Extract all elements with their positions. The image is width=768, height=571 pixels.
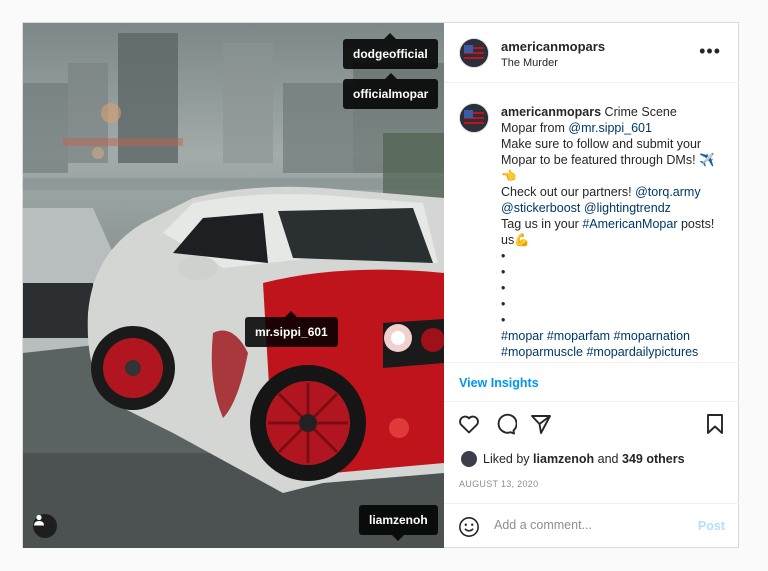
caption-line7: us <box>501 233 515 247</box>
comment-input[interactable] <box>492 517 686 533</box>
instagram-post: dodgeofficial officialmopar mr.sippi_601… <box>22 22 739 548</box>
post-photo[interactable]: dodgeofficial officialmopar mr.sippi_601… <box>23 23 444 548</box>
photo-tag-liamzenoh[interactable]: liamzenoh <box>359 505 438 541</box>
view-insights-button[interactable]: View Insights <box>459 376 539 390</box>
likes-summary: Liked by liamzenoh and 349 others <box>461 451 685 467</box>
caption-line5: Tag us in your <box>501 217 579 231</box>
photo-tag-mr-sippi[interactable]: mr.sippi_601 <box>245 311 338 347</box>
header-location[interactable]: The Murder <box>501 57 558 69</box>
mention-lightingtrendz[interactable]: @lightingtrendz <box>584 201 671 215</box>
action-bar <box>444 408 739 440</box>
dot-4: • <box>501 297 506 311</box>
post-date[interactable]: AUGUST 13, 2020 <box>459 479 538 489</box>
insights-row: View Insights <box>444 363 739 402</box>
caption-line6: posts! <box>680 217 715 231</box>
tagged-users-button[interactable] <box>33 514 57 538</box>
mention-mr-sippi[interactable]: @mr.sippi_601 <box>568 121 652 135</box>
caption-area: americanmopars Crime Scene Mopar from @m… <box>444 83 739 363</box>
dot-3: • <box>501 281 506 295</box>
dot-5: • <box>501 313 506 327</box>
hashtags-line-1[interactable]: #mopar #moparfam #moparnation <box>501 329 690 343</box>
mention-torq-army[interactable]: @torq.army <box>635 185 700 199</box>
caption-line2: Mopar from <box>501 121 565 135</box>
dot-2: • <box>501 265 506 279</box>
likes-others-count[interactable]: 349 others <box>622 452 685 466</box>
avatar[interactable] <box>459 38 489 68</box>
flag-avatar-icon <box>460 39 488 67</box>
liker-avatar[interactable] <box>461 451 477 467</box>
hashtag-americanmopar[interactable]: #AmericanMopar <box>582 217 677 231</box>
hashtags-line-2[interactable]: #moparmuscle #mopardailypictures <box>501 345 698 359</box>
photo-tag-dodgeofficial[interactable]: dodgeofficial <box>343 33 438 69</box>
dot-1: • <box>501 249 506 263</box>
caption-line4: Check out our partners! <box>501 185 632 199</box>
likes-and-label: and <box>597 452 619 466</box>
emoji-icon[interactable] <box>458 516 480 538</box>
liked-by-label: Liked by <box>483 452 530 466</box>
mention-stickerboost[interactable]: @stickerboost <box>501 201 580 215</box>
flex-emoji: 💪 <box>514 233 530 247</box>
caption-avatar[interactable] <box>459 103 489 133</box>
caption-line3: Make sure to follow and submit your Mopa… <box>501 137 715 167</box>
person-icon <box>34 514 44 526</box>
more-options-icon[interactable]: ••• <box>699 42 721 60</box>
liker-username[interactable]: liamzenoh <box>533 452 594 466</box>
header-username[interactable]: americanmopars <box>501 39 605 54</box>
caption-text: americanmopars Crime Scene Mopar from @m… <box>501 104 725 360</box>
comment-icon[interactable] <box>493 412 517 436</box>
bookmark-icon[interactable] <box>703 412 727 436</box>
caption-line1: Crime Scene <box>604 105 677 119</box>
point-emoji: 👈 <box>501 169 517 183</box>
post-header: americanmopars The Murder ••• <box>444 23 739 83</box>
flag-avatar-icon <box>460 104 488 132</box>
caption-username[interactable]: americanmopars <box>501 105 601 119</box>
share-icon[interactable] <box>529 412 553 436</box>
photo-tag-officialmopar[interactable]: officialmopar <box>343 73 439 109</box>
heart-icon[interactable] <box>457 412 481 436</box>
post-comment-button[interactable]: Post <box>698 519 725 533</box>
post-details-panel: americanmopars The Murder ••• americanmo… <box>444 23 739 548</box>
comment-row: Post <box>444 503 739 548</box>
